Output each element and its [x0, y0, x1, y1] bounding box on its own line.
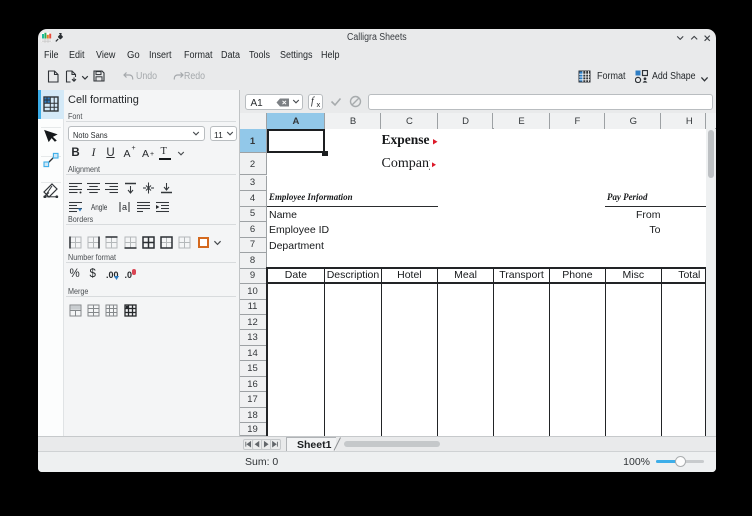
- svg-text:a: a: [122, 202, 127, 212]
